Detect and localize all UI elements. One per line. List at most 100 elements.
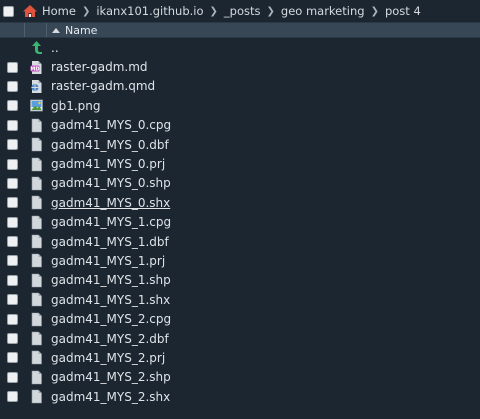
icon-cell bbox=[25, 98, 47, 113]
file-row[interactable]: gadm41_MYS_1.shp bbox=[0, 271, 480, 290]
row-checkbox[interactable] bbox=[7, 216, 18, 228]
file-name-link[interactable]: gadm41_MYS_2.cpg bbox=[47, 312, 171, 326]
file-name-link[interactable]: raster-gadm.qmd bbox=[47, 79, 155, 93]
file-name-link[interactable]: gadm41_MYS_0.dbf bbox=[47, 138, 169, 152]
row-checkbox[interactable] bbox=[7, 371, 18, 383]
row-checkbox[interactable] bbox=[7, 274, 18, 286]
file-name-link[interactable]: gadm41_MYS_1.shp bbox=[47, 273, 171, 287]
name-column-header[interactable]: Name bbox=[65, 24, 97, 37]
checkbox-cell bbox=[0, 274, 25, 286]
column-header: Name bbox=[0, 22, 480, 38]
file-row[interactable]: MD raster-gadm.md bbox=[0, 57, 480, 76]
row-checkbox[interactable] bbox=[7, 236, 18, 248]
checkbox-cell bbox=[0, 236, 25, 248]
file-row[interactable]: gadm41_MYS_0.shx bbox=[0, 193, 480, 212]
file-name-link[interactable]: gadm41_MYS_0.cpg bbox=[47, 118, 171, 132]
file-name-link[interactable]: gadm41_MYS_0.prj bbox=[47, 157, 165, 171]
icon-cell bbox=[25, 350, 47, 365]
file-list: .. MD raster-gadm.md raster-gadm.qmd gb1.pn… bbox=[0, 38, 480, 406]
icon-cell bbox=[25, 215, 47, 230]
file-name-link[interactable]: gadm41_MYS_2.prj bbox=[47, 351, 165, 365]
file-name-link[interactable]: gb1.png bbox=[47, 99, 101, 113]
file-name-link[interactable]: gadm41_MYS_2.dbf bbox=[47, 332, 169, 346]
file-row[interactable]: gadm41_MYS_2.prj bbox=[0, 348, 480, 367]
file-row[interactable]: gadm41_MYS_0.dbf bbox=[0, 135, 480, 154]
up-arrow-icon bbox=[31, 41, 42, 55]
image-file-icon bbox=[29, 99, 43, 112]
file-name-link[interactable]: gadm41_MYS_1.dbf bbox=[47, 235, 169, 249]
icon-cell bbox=[25, 292, 47, 307]
file-name-link[interactable]: gadm41_MYS_1.shx bbox=[47, 293, 170, 307]
generic-file-icon bbox=[31, 254, 42, 268]
generic-file-icon bbox=[31, 292, 42, 307]
row-checkbox[interactable] bbox=[7, 294, 18, 306]
generic-file-icon bbox=[31, 312, 42, 326]
generic-file-icon bbox=[31, 331, 42, 346]
select-all-checkbox[interactable] bbox=[3, 5, 14, 17]
svg-text:MD: MD bbox=[30, 66, 39, 72]
icon-cell bbox=[25, 370, 47, 385]
icon-cell bbox=[25, 389, 47, 404]
checkbox-cell bbox=[0, 80, 25, 92]
quarto-file-icon bbox=[30, 79, 41, 93]
breadcrumb-geo-marketing[interactable]: geo marketing bbox=[281, 4, 365, 18]
checkbox-cell bbox=[0, 177, 25, 189]
file-name-link[interactable]: gadm41_MYS_2.shp bbox=[47, 370, 171, 384]
file-row[interactable]: gadm41_MYS_1.prj bbox=[0, 251, 480, 270]
chevron-right-icon: ❯ bbox=[370, 5, 379, 17]
row-checkbox[interactable] bbox=[7, 100, 18, 112]
header-icon-column bbox=[25, 23, 47, 37]
breadcrumb-repo[interactable]: ikanx101.github.io bbox=[96, 4, 203, 18]
chevron-right-icon: ❯ bbox=[209, 5, 218, 17]
row-checkbox[interactable] bbox=[7, 352, 18, 364]
file-row[interactable]: gadm41_MYS_2.shx bbox=[0, 387, 480, 406]
row-checkbox[interactable] bbox=[7, 177, 18, 189]
breadcrumb: Home ❯ ikanx101.github.io ❯ _posts ❯ geo… bbox=[0, 0, 480, 22]
file-row[interactable]: gadm41_MYS_0.cpg bbox=[0, 116, 480, 135]
icon-cell bbox=[25, 234, 47, 249]
row-checkbox[interactable] bbox=[7, 197, 18, 209]
file-name-link[interactable]: gadm41_MYS_0.shp bbox=[47, 176, 171, 190]
row-checkbox[interactable] bbox=[7, 255, 18, 267]
row-checkbox[interactable] bbox=[7, 119, 18, 131]
file-name-link[interactable]: raster-gadm.md bbox=[47, 60, 148, 74]
row-checkbox[interactable] bbox=[7, 61, 18, 73]
generic-file-icon bbox=[31, 157, 42, 171]
file-row[interactable]: gadm41_MYS_1.cpg bbox=[0, 213, 480, 232]
file-row[interactable]: raster-gadm.qmd bbox=[0, 77, 480, 96]
home-icon[interactable] bbox=[22, 4, 38, 18]
generic-file-icon bbox=[31, 370, 42, 385]
row-checkbox[interactable] bbox=[7, 80, 18, 92]
parent-directory-link[interactable]: .. bbox=[47, 41, 59, 55]
row-checkbox[interactable] bbox=[7, 333, 18, 345]
checkbox-cell bbox=[0, 255, 25, 267]
file-name-link[interactable]: gadm41_MYS_2.shx bbox=[47, 390, 170, 404]
breadcrumb-home[interactable]: Home bbox=[42, 4, 76, 18]
row-checkbox[interactable] bbox=[7, 158, 18, 170]
icon-cell bbox=[25, 137, 47, 152]
file-row[interactable]: gadm41_MYS_1.shx bbox=[0, 290, 480, 309]
sort-ascending-icon bbox=[52, 27, 60, 33]
file-row[interactable]: gadm41_MYS_0.shp bbox=[0, 174, 480, 193]
file-row[interactable]: gadm41_MYS_2.cpg bbox=[0, 309, 480, 328]
breadcrumb-posts[interactable]: _posts bbox=[224, 4, 261, 18]
file-name-link[interactable]: gadm41_MYS_1.prj bbox=[47, 254, 165, 268]
row-checkbox[interactable] bbox=[7, 313, 18, 325]
checkbox-cell bbox=[0, 352, 25, 364]
generic-file-icon bbox=[31, 351, 42, 365]
file-row[interactable]: gb1.png bbox=[0, 96, 480, 115]
row-checkbox[interactable] bbox=[7, 391, 18, 403]
file-row[interactable]: gadm41_MYS_0.prj bbox=[0, 154, 480, 173]
file-row[interactable]: gadm41_MYS_2.shp bbox=[0, 368, 480, 387]
icon-cell bbox=[25, 312, 47, 327]
checkbox-cell bbox=[0, 333, 25, 345]
file-row[interactable]: gadm41_MYS_2.dbf bbox=[0, 329, 480, 348]
file-name-link[interactable]: gadm41_MYS_1.cpg bbox=[47, 215, 171, 229]
parent-directory-row[interactable]: .. bbox=[0, 38, 480, 57]
file-row[interactable]: gadm41_MYS_1.dbf bbox=[0, 232, 480, 251]
icon-cell bbox=[25, 273, 47, 288]
file-name-link[interactable]: gadm41_MYS_0.shx bbox=[47, 196, 170, 210]
checkbox-cell bbox=[0, 371, 25, 383]
icon-cell bbox=[25, 176, 47, 191]
row-checkbox[interactable] bbox=[7, 139, 18, 151]
